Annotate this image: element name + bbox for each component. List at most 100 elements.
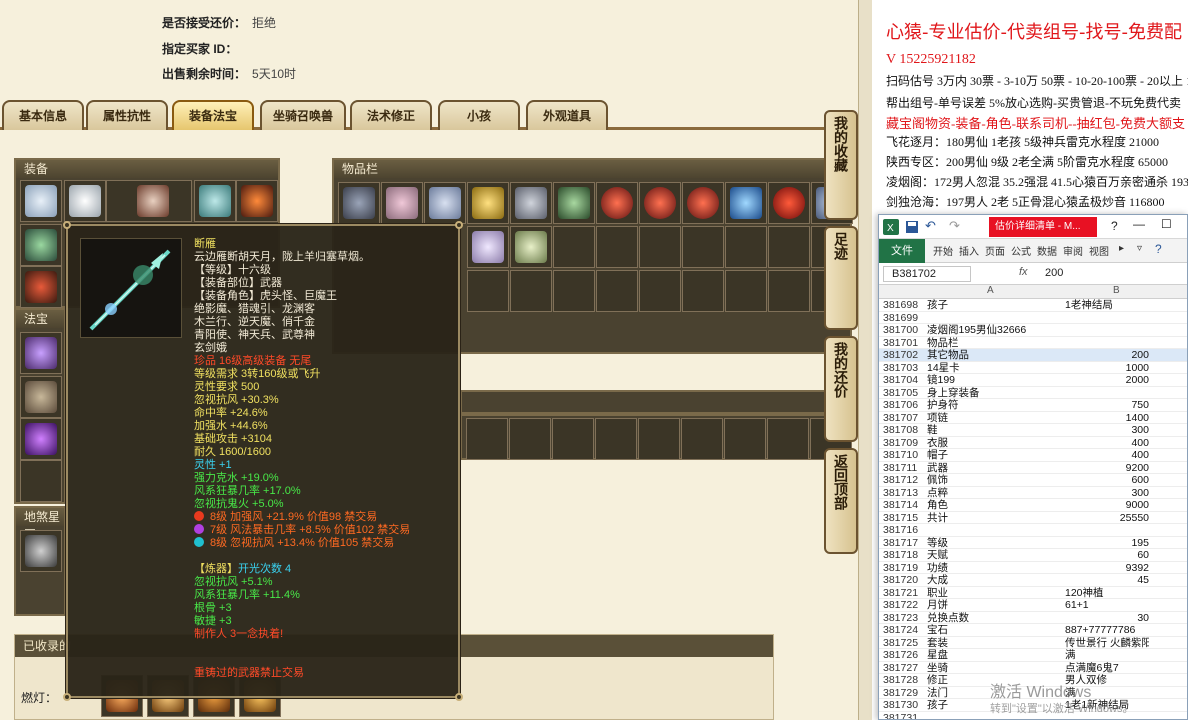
- cell-a[interactable]: 护身符: [927, 399, 1063, 412]
- name-box[interactable]: B381702: [883, 266, 971, 282]
- cell-b[interactable]: 600: [1065, 474, 1149, 487]
- storage-slot[interactable]: [767, 418, 809, 460]
- fx-icon[interactable]: fx: [1019, 266, 1028, 278]
- footprint-button[interactable]: 足迹: [824, 226, 858, 330]
- tab-mounts-pets[interactable]: 坐骑召唤兽: [260, 100, 346, 130]
- ribbon-tab-page[interactable]: 页面: [985, 243, 1005, 258]
- redo-icon[interactable]: ↷: [949, 218, 960, 234]
- help-icon[interactable]: ?: [1111, 219, 1118, 233]
- cell-b[interactable]: 1老神结局: [1065, 299, 1149, 312]
- cell-a[interactable]: 14星卡: [927, 362, 1063, 375]
- my-favorites-button[interactable]: 我的收藏: [824, 110, 858, 220]
- fabao-slot[interactable]: [20, 332, 62, 374]
- tab-child[interactable]: 小孩: [438, 100, 520, 130]
- tab-basic-info[interactable]: 基本信息: [2, 100, 84, 130]
- my-counter-offer-button[interactable]: 我的还价: [824, 336, 858, 442]
- inventory-item[interactable]: [338, 182, 380, 224]
- cell-a[interactable]: 其它物品: [927, 349, 1063, 362]
- equip-slot[interactable]: [236, 180, 278, 222]
- cell-b[interactable]: 9000: [1065, 499, 1149, 512]
- cell-b[interactable]: 点满魔6鬼7: [1065, 662, 1149, 675]
- row-number[interactable]: 381718: [883, 549, 927, 562]
- storage-slot[interactable]: [681, 418, 723, 460]
- row-number[interactable]: 381714: [883, 499, 927, 512]
- row-number[interactable]: 381719: [883, 562, 927, 575]
- cell-b[interactable]: 400: [1065, 437, 1149, 450]
- cell-a[interactable]: 孩子: [927, 299, 1063, 312]
- cell-b[interactable]: 9200: [1065, 462, 1149, 475]
- equip-slot[interactable]: [20, 180, 62, 222]
- row-number[interactable]: 381712: [883, 474, 927, 487]
- row-number[interactable]: 381708: [883, 424, 927, 437]
- fabao-slot[interactable]: [20, 460, 62, 502]
- cell-a[interactable]: 共计: [927, 512, 1063, 525]
- cell-b[interactable]: 195: [1065, 537, 1149, 550]
- cell-b[interactable]: 30: [1065, 612, 1149, 625]
- row-number[interactable]: 381722: [883, 599, 927, 612]
- storage-slot[interactable]: [595, 418, 637, 460]
- cell-a[interactable]: 镜199: [927, 374, 1063, 387]
- cell-a[interactable]: 物品栏: [927, 337, 1063, 350]
- row-number[interactable]: 381729: [883, 687, 927, 700]
- undo-icon[interactable]: ↶: [925, 218, 936, 234]
- row-number[interactable]: 381705: [883, 387, 927, 400]
- fabao-slot[interactable]: [20, 376, 62, 418]
- cell-b[interactable]: 200: [1065, 349, 1149, 362]
- cell-a[interactable]: 月饼: [927, 599, 1063, 612]
- row-number[interactable]: 381713: [883, 487, 927, 500]
- cell-a[interactable]: 凌烟阁195男仙32666: [927, 324, 1063, 337]
- equip-slot-weapon[interactable]: [20, 224, 62, 266]
- page-scrollbar[interactable]: [858, 0, 872, 720]
- row-number[interactable]: 381700: [883, 324, 927, 337]
- row-number[interactable]: 381711: [883, 462, 927, 475]
- cell-a[interactable]: 职业: [927, 587, 1063, 600]
- tab-attributes[interactable]: 属性抗性: [86, 100, 168, 130]
- cell-a[interactable]: 项链: [927, 412, 1063, 425]
- inventory-item[interactable]: [725, 182, 767, 224]
- equip-slot[interactable]: [194, 180, 236, 222]
- row-number[interactable]: 381723: [883, 612, 927, 625]
- ribbon-tab-formula[interactable]: 公式: [1011, 243, 1031, 258]
- row-number[interactable]: 381707: [883, 412, 927, 425]
- equip-slot[interactable]: [20, 266, 62, 308]
- ribbon-tab-review[interactable]: 审阅: [1063, 243, 1083, 258]
- earth-star-slot[interactable]: [20, 530, 62, 572]
- inventory-item[interactable]: [553, 182, 595, 224]
- save-icon[interactable]: [905, 220, 919, 234]
- row-number[interactable]: 381720: [883, 574, 927, 587]
- cell-a[interactable]: 帽子: [927, 449, 1063, 462]
- cell-a[interactable]: 套装: [927, 637, 1063, 650]
- maximize-icon[interactable]: ☐: [1161, 217, 1172, 231]
- cell-a[interactable]: 点粹: [927, 487, 1063, 500]
- ribbon-tab-file[interactable]: 文件: [879, 239, 925, 263]
- row-number[interactable]: 381699: [883, 312, 927, 325]
- cell-b[interactable]: 1400: [1065, 412, 1149, 425]
- ribbon-options-icon[interactable]: ▿: [1137, 243, 1142, 254]
- cell-b[interactable]: 9392: [1065, 562, 1149, 575]
- storage-slot[interactable]: [552, 418, 594, 460]
- row-number[interactable]: 381715: [883, 512, 927, 525]
- cell-a[interactable]: 大成: [927, 574, 1063, 587]
- storage-slot[interactable]: [466, 418, 508, 460]
- row-number[interactable]: 381728: [883, 674, 927, 687]
- row-number[interactable]: 381709: [883, 437, 927, 450]
- cell-a[interactable]: 角色: [927, 499, 1063, 512]
- ribbon-tab-insert[interactable]: 插入: [959, 243, 979, 258]
- row-number[interactable]: 381710: [883, 449, 927, 462]
- cell-b[interactable]: 25550: [1065, 512, 1149, 525]
- storage-slot[interactable]: [724, 418, 766, 460]
- row-number[interactable]: 381725: [883, 637, 927, 650]
- inventory-slot[interactable]: [596, 226, 638, 268]
- row-number[interactable]: 381724: [883, 624, 927, 637]
- ribbon-tab-home[interactable]: 开始: [933, 243, 953, 258]
- cell-b[interactable]: 60: [1065, 549, 1149, 562]
- tab-spell-correction[interactable]: 法术修正: [350, 100, 432, 130]
- formula-input[interactable]: 200: [1045, 267, 1063, 279]
- cell-b[interactable]: 满: [1065, 649, 1149, 662]
- cell-b[interactable]: 750: [1065, 399, 1149, 412]
- row-number[interactable]: 381717: [883, 537, 927, 550]
- cell-b[interactable]: 2000: [1065, 374, 1149, 387]
- row-number[interactable]: 381721: [883, 587, 927, 600]
- row-number[interactable]: 381731: [883, 712, 927, 720]
- column-header-a[interactable]: A: [987, 285, 994, 296]
